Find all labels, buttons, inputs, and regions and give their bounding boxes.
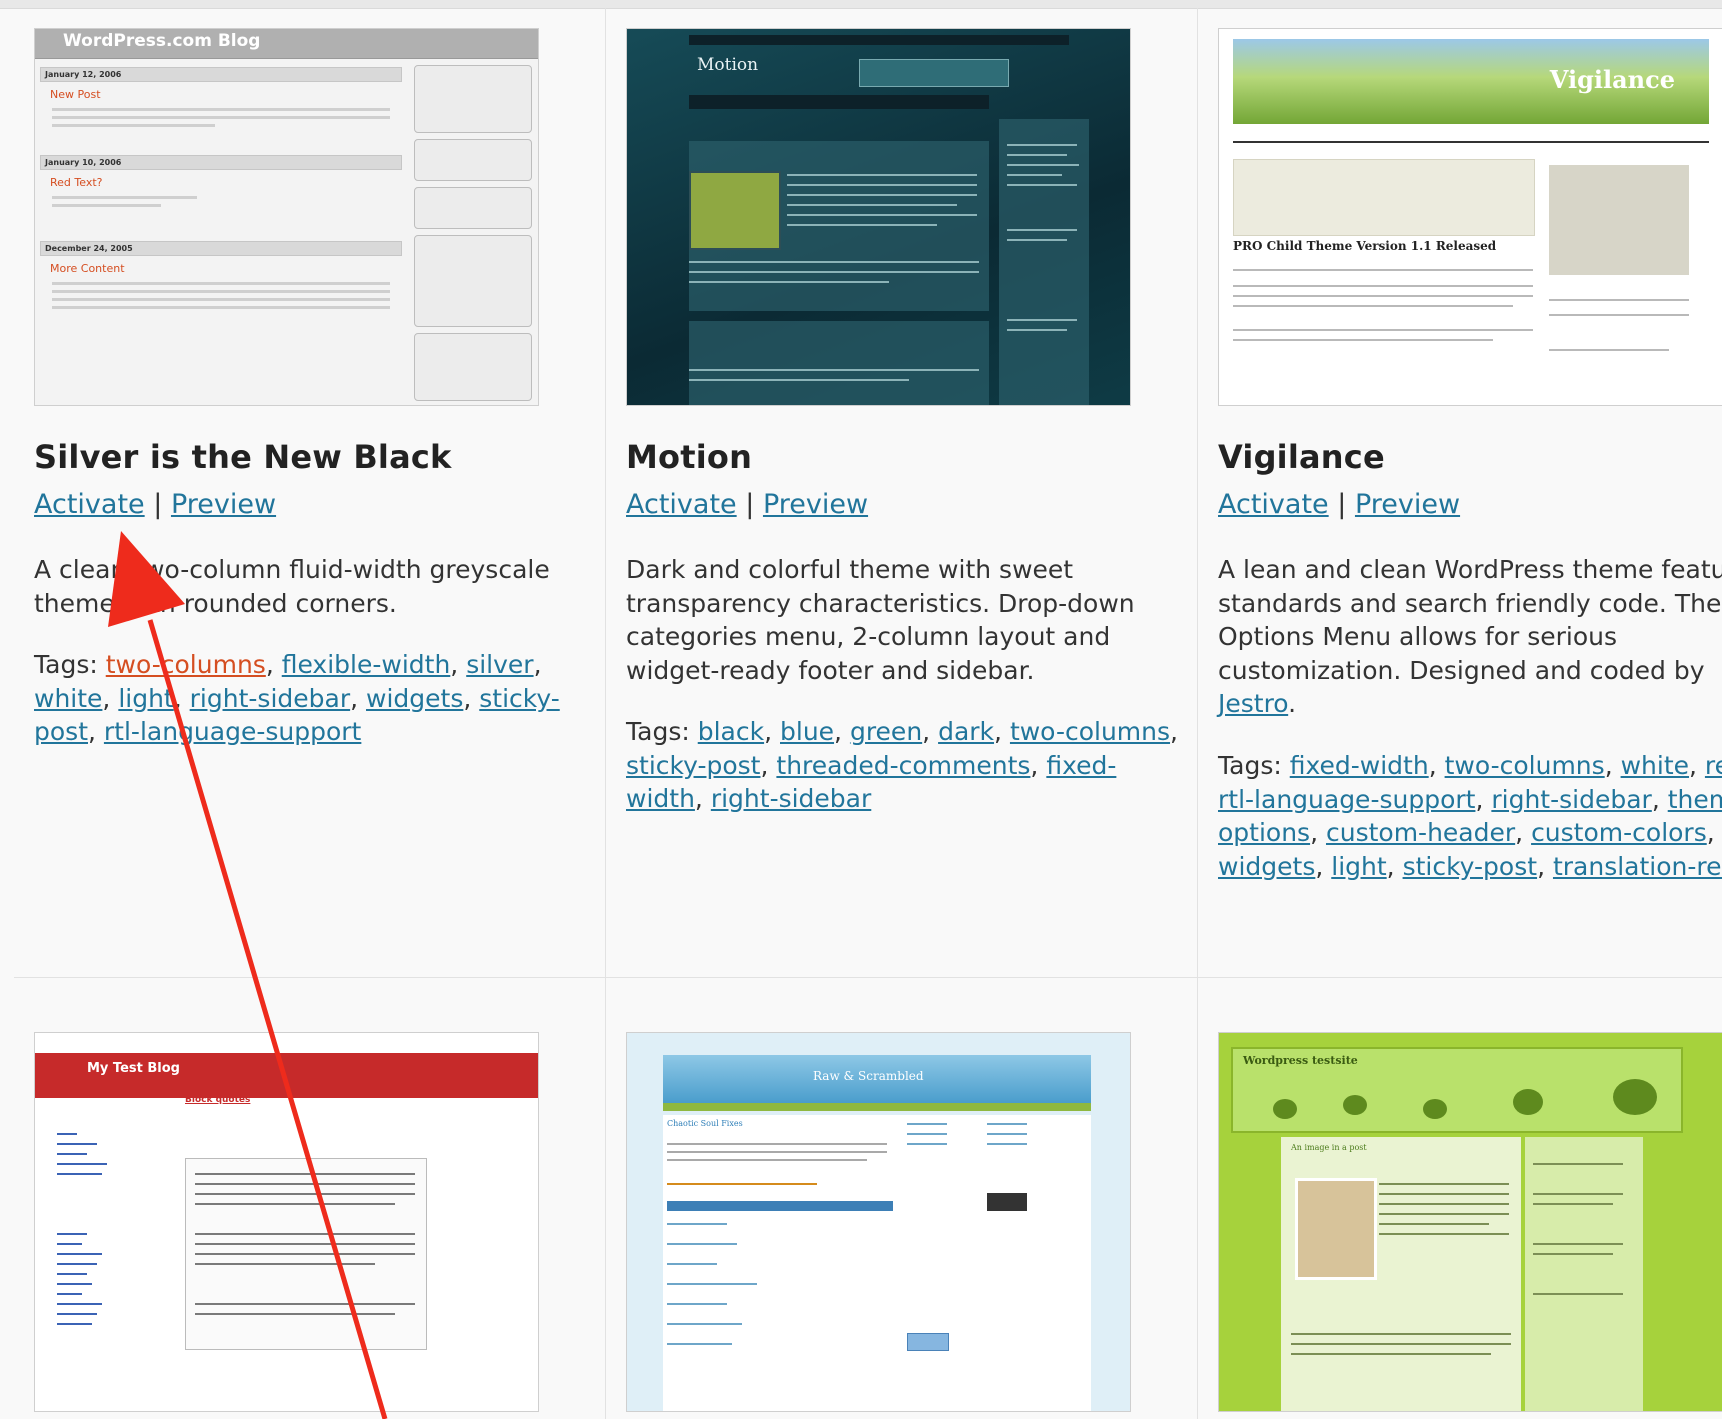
- author-link[interactable]: Jestro: [1218, 689, 1288, 718]
- tag-link[interactable]: two-columns: [1010, 717, 1170, 746]
- thumb-post-image: [1295, 1178, 1377, 1280]
- theme-card-raw-scrambled: Raw & Scrambled Chaotic Soul Fixes: [606, 978, 1198, 1419]
- tag-link[interactable]: light: [1331, 852, 1386, 881]
- theme-card-vigilance: Vigilance PRO Child Theme Version 1.1 Re…: [1198, 8, 1722, 978]
- tag-link[interactable]: fixed-width: [1290, 751, 1429, 780]
- theme-screenshot-raw-scrambled[interactable]: Raw & Scrambled Chaotic Soul Fixes: [626, 1032, 1131, 1412]
- preview-link[interactable]: Preview: [763, 489, 868, 520]
- theme-actions: Activate | Preview: [34, 489, 276, 520]
- tags-label: Tags:: [1218, 751, 1282, 780]
- theme-screenshot-motion[interactable]: Motion: [626, 28, 1131, 406]
- activate-link[interactable]: Activate: [34, 489, 145, 520]
- preview-link[interactable]: Preview: [171, 489, 276, 520]
- thumb-post-title: More Content: [50, 262, 125, 275]
- tag-link[interactable]: sticky-post: [626, 751, 760, 780]
- theme-card-wordpress-testsite: Wordpress testsite An image in a post: [1198, 978, 1722, 1419]
- action-separator: |: [1337, 489, 1347, 520]
- thumb-blog-title: My Test Blog: [87, 1061, 180, 1076]
- activate-link[interactable]: Activate: [626, 489, 737, 520]
- theme-card-silver: WordPress.com Blog January 12, 2006 New …: [14, 8, 606, 978]
- tags-label: Tags:: [626, 717, 690, 746]
- tag-link[interactable]: right-sidebar: [190, 684, 350, 713]
- tag-link[interactable]: custom-header: [1326, 818, 1515, 847]
- thumb-logo: Motion: [697, 55, 759, 75]
- theme-title: Vigilance: [1218, 438, 1385, 476]
- theme-screenshot-my-test-blog[interactable]: My Test Blog Block quotes: [34, 1032, 539, 1412]
- thumb-sidebar: [1525, 1137, 1643, 1411]
- thumb-sidebar: [414, 65, 532, 405]
- thumb-blog-title: Wordpress testsite: [1243, 1054, 1358, 1067]
- tag-link[interactable]: right-sidebar: [711, 784, 871, 813]
- action-separator: |: [745, 489, 755, 520]
- thumb-post-image: [689, 171, 781, 250]
- thumb-date: December 24, 2005: [40, 241, 402, 256]
- thumb-post-title: Chaotic Soul Fixes: [667, 1119, 743, 1128]
- tag-link[interactable]: two-columns: [106, 650, 266, 679]
- tag-link[interactable]: white: [34, 684, 102, 713]
- thumb-date: January 12, 2006: [40, 67, 402, 82]
- theme-description: A lean and clean WordPress theme featuri…: [1218, 555, 1722, 718]
- theme-actions: Activate | Preview: [1218, 489, 1460, 520]
- thumb-section-title: Block quotes: [185, 1095, 251, 1105]
- thumb-post-title: Red Text?: [50, 176, 103, 189]
- thumb-header-title: Vigilance: [1549, 65, 1675, 94]
- tag-link[interactable]: white: [1621, 751, 1689, 780]
- thumb-post-title: An image in a post: [1291, 1143, 1367, 1152]
- tag-link[interactable]: rtl-language-support: [1218, 785, 1475, 814]
- tag-link[interactable]: rtl-language-support: [104, 717, 361, 746]
- theme-description: A clean two-column fluid-width greyscale…: [34, 555, 550, 618]
- theme-screenshot-vigilance[interactable]: Vigilance PRO Child Theme Version 1.1 Re…: [1218, 28, 1722, 406]
- tag-link[interactable]: light: [118, 684, 173, 713]
- tag-link[interactable]: dark: [938, 717, 994, 746]
- thumb-badge-box: [1549, 165, 1689, 275]
- thumb-headline: PRO Child Theme Version 1.1 Released: [1233, 239, 1497, 253]
- activate-link[interactable]: Activate: [1218, 489, 1329, 520]
- thumb-blog-title: Raw & Scrambled: [813, 1069, 924, 1083]
- tag-link[interactable]: widgets: [366, 684, 463, 713]
- tag-link[interactable]: blue: [780, 717, 834, 746]
- theme-card-motion: Motion Motion Activate | Preview Dark an…: [606, 8, 1198, 978]
- tag-link[interactable]: green: [850, 717, 922, 746]
- preview-link[interactable]: Preview: [1355, 489, 1460, 520]
- theme-tags: Tags: black, blue, green, dark, two-colu…: [626, 717, 1178, 813]
- tag-link[interactable]: custom-colors: [1531, 818, 1707, 847]
- tag-link[interactable]: two-columns: [1445, 751, 1605, 780]
- theme-actions: Activate | Preview: [626, 489, 868, 520]
- theme-title: Silver is the New Black: [34, 438, 452, 476]
- theme-tags: Tags: fixed-width, two-columns, white, r…: [1218, 749, 1722, 883]
- thumb-blog-header: WordPress.com Blog: [35, 29, 538, 59]
- thumb-date: January 10, 2006: [40, 155, 402, 170]
- theme-screenshot-silver[interactable]: WordPress.com Blog January 12, 2006 New …: [34, 28, 539, 406]
- tag-link[interactable]: black: [698, 717, 764, 746]
- tag-link[interactable]: red: [1705, 751, 1722, 780]
- tag-link[interactable]: widgets: [1218, 852, 1315, 881]
- available-themes-grid: WordPress.com Blog January 12, 2006 New …: [14, 8, 1722, 1419]
- tag-link[interactable]: sticky-post: [1403, 852, 1537, 881]
- theme-screenshot-wordpress-testsite[interactable]: Wordpress testsite An image in a post: [1218, 1032, 1722, 1412]
- action-separator: |: [153, 489, 163, 520]
- tag-link[interactable]: threaded-comments: [776, 751, 1030, 780]
- theme-tags: Tags: two-columns, flexible-width, silve…: [34, 650, 560, 746]
- thumb-welcome-box: [1233, 159, 1535, 236]
- theme-description: Dark and colorful theme with sweet trans…: [626, 555, 1135, 685]
- theme-card-my-test-blog: My Test Blog Block quotes: [14, 978, 606, 1419]
- tag-link[interactable]: translation-ready: [1553, 852, 1722, 881]
- thumb-post-title: New Post: [50, 88, 101, 101]
- theme-title: Motion: [626, 438, 753, 476]
- tags-label: Tags:: [34, 650, 98, 679]
- tag-link[interactable]: silver: [466, 650, 533, 679]
- tag-link[interactable]: flexible-width: [282, 650, 451, 679]
- tag-link[interactable]: right-sidebar: [1491, 785, 1651, 814]
